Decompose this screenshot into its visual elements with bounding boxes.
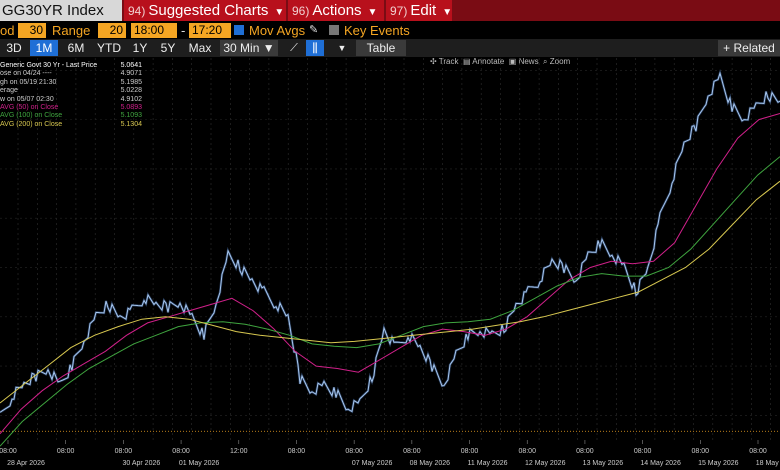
legend-value: 5.0893: [120, 103, 142, 111]
series-line-ma100: [0, 156, 780, 447]
x-tick-date: 01 May 2026: [179, 460, 220, 467]
x-tick-time: 08:00: [518, 448, 536, 455]
x-axis: 08:00 28 Apr 2026 08:00 08:00 30 Apr 2026 08:…: [0, 440, 780, 467]
x-tick-time: 12:00: [230, 448, 248, 455]
legend-label: w on 05/07 02:30: [0, 95, 54, 103]
x-tick-time: 08:00: [115, 448, 133, 455]
legend-row: gh on 05/19 21:30 5.1985: [0, 79, 142, 87]
x-tick-time: 08:00: [576, 448, 594, 455]
x-tick-time: 08:00: [749, 448, 767, 455]
legend-value: 5.1093: [120, 112, 142, 120]
x-tick-date: 11 May 2026: [468, 460, 508, 467]
x-tick-time: 08:00: [172, 448, 190, 455]
x-tick-time: 08:00: [461, 448, 479, 455]
x-tick-time: 08:00: [403, 448, 421, 455]
legend-label: Generic Govt 30 Yr - Last Price: [0, 62, 98, 69]
legend-value: 5.0641: [120, 62, 142, 69]
legend-row: AVG (200) on Close 5.1304: [0, 121, 142, 129]
legend-label: AVG (100) on Close: [0, 112, 63, 120]
x-tick-date: 13 May 2026: [583, 460, 624, 467]
legend-value: 5.1304: [120, 120, 142, 128]
series-lines: [0, 68, 780, 447]
legend: Generic Govt 30 Yr - Last Price 5.0641 ose…: [0, 62, 142, 129]
x-tick-time: 08:00: [57, 448, 75, 455]
legend-row: Generic Govt 30 Yr - Last Price 5.0641: [0, 62, 142, 70]
x-tick-date: 28 Apr 2026: [7, 460, 45, 467]
x-tick-time: 08:00: [0, 448, 17, 455]
x-tick-date: 07 May 2026: [352, 460, 393, 467]
legend-label: AVG (50) on Close: [0, 103, 59, 111]
legend-value: 5.0228: [120, 87, 142, 95]
legend-row: erage 5.0228: [0, 87, 142, 95]
x-tick-date: 15 May 2026: [698, 460, 739, 467]
x-tick-date: 08 May 2026: [410, 460, 451, 467]
legend-row: AVG (100) on Close 5.1093: [0, 112, 142, 120]
x-tick-time: 08:00: [288, 448, 306, 455]
legend-label: ose on 04/24 ----: [0, 70, 52, 78]
x-tick-date: 18 May 2026: [756, 460, 780, 467]
legend-label: gh on 05/19 21:30: [0, 78, 57, 86]
series-line-ma50: [0, 113, 780, 435]
x-tick-time: 08:00: [692, 448, 710, 455]
x-tick-time: 08:00: [634, 448, 652, 455]
legend-row: AVG (50) on Close 5.0893: [0, 104, 142, 112]
legend-row: ose on 04/24 ---- 4.9071: [0, 70, 142, 78]
legend-value: 4.9102: [120, 95, 142, 103]
x-tick-date: 30 Apr 2026: [123, 460, 161, 467]
x-tick-date: 12 May 2026: [525, 460, 566, 467]
legend-label: erage: [0, 87, 18, 95]
legend-row: w on 05/07 02:30 4.9102: [0, 96, 142, 104]
x-tick-time: 08:00: [345, 448, 363, 455]
series-line-ma200: [0, 180, 780, 404]
legend-value: 4.9071: [120, 70, 142, 78]
legend-label: AVG (200) on Close: [0, 120, 63, 128]
x-tick-date: 14 May 2026: [640, 460, 681, 467]
legend-value: 5.1985: [120, 78, 142, 86]
